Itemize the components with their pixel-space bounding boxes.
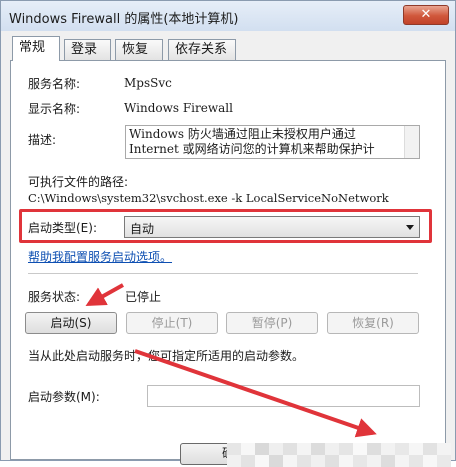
title-bar[interactable]: Windows Firewall 的属性(本地计算机) ✕ xyxy=(1,1,455,31)
pixelated-region xyxy=(227,437,456,467)
start-params-label: 启动参数(M): xyxy=(28,390,100,404)
exe-path-value: C:\Windows\system32\svchost.exe -k Local… xyxy=(28,191,389,205)
close-button[interactable]: ✕ xyxy=(403,5,449,25)
tab-logon[interactable]: 登录 xyxy=(64,39,111,60)
tab-recovery[interactable]: 恢复 xyxy=(115,39,163,60)
service-name-value: MpsSvc xyxy=(124,76,172,90)
startup-type-label: 启动类型(E): xyxy=(28,221,97,235)
display-name-label: 显示名称: xyxy=(28,102,81,116)
description-text: Windows 防火墙通过阻止未授权用户通过 Internet 或网络访问您的计… xyxy=(129,127,375,156)
start-button[interactable]: 启动(S) xyxy=(25,312,117,334)
description-box[interactable]: Windows 防火墙通过阻止未授权用户通过 Internet 或网络访问您的计… xyxy=(125,125,420,159)
chevron-down-icon xyxy=(406,225,414,230)
display-name-value: Windows Firewall xyxy=(124,101,233,115)
service-status-value: 已停止 xyxy=(125,290,162,304)
resume-button[interactable]: 恢复(R) xyxy=(327,312,419,334)
close-icon: ✕ xyxy=(420,7,432,22)
service-status-label: 服务状态: xyxy=(28,290,81,304)
startup-type-value: 自动 xyxy=(130,222,155,236)
tab-general[interactable]: 常规 xyxy=(12,36,60,61)
startup-type-select[interactable]: 自动 xyxy=(124,216,420,238)
tab-dependencies[interactable]: 依存关系 xyxy=(168,39,236,60)
help-configure-startup-link[interactable]: 帮助我配置服务启动选项。 xyxy=(28,248,172,265)
properties-dialog: Windows Firewall 的属性(本地计算机) ✕ 常规 登录 恢复 依… xyxy=(0,0,456,467)
start-params-hint: 当从此处启动服务时，您可指定所适用的启动参数。 xyxy=(28,349,305,363)
service-name-label: 服务名称: xyxy=(28,77,81,91)
pause-button[interactable]: 暂停(P) xyxy=(226,312,318,334)
stop-button[interactable]: 停止(T) xyxy=(126,312,218,334)
exe-path-label: 可执行文件的路径: xyxy=(28,175,129,189)
description-label: 描述: xyxy=(28,133,57,147)
window-title: Windows Firewall 的属性(本地计算机) xyxy=(9,12,239,27)
description-scrollbar[interactable] xyxy=(404,126,419,158)
divider xyxy=(28,273,418,274)
start-params-input[interactable] xyxy=(147,385,420,407)
